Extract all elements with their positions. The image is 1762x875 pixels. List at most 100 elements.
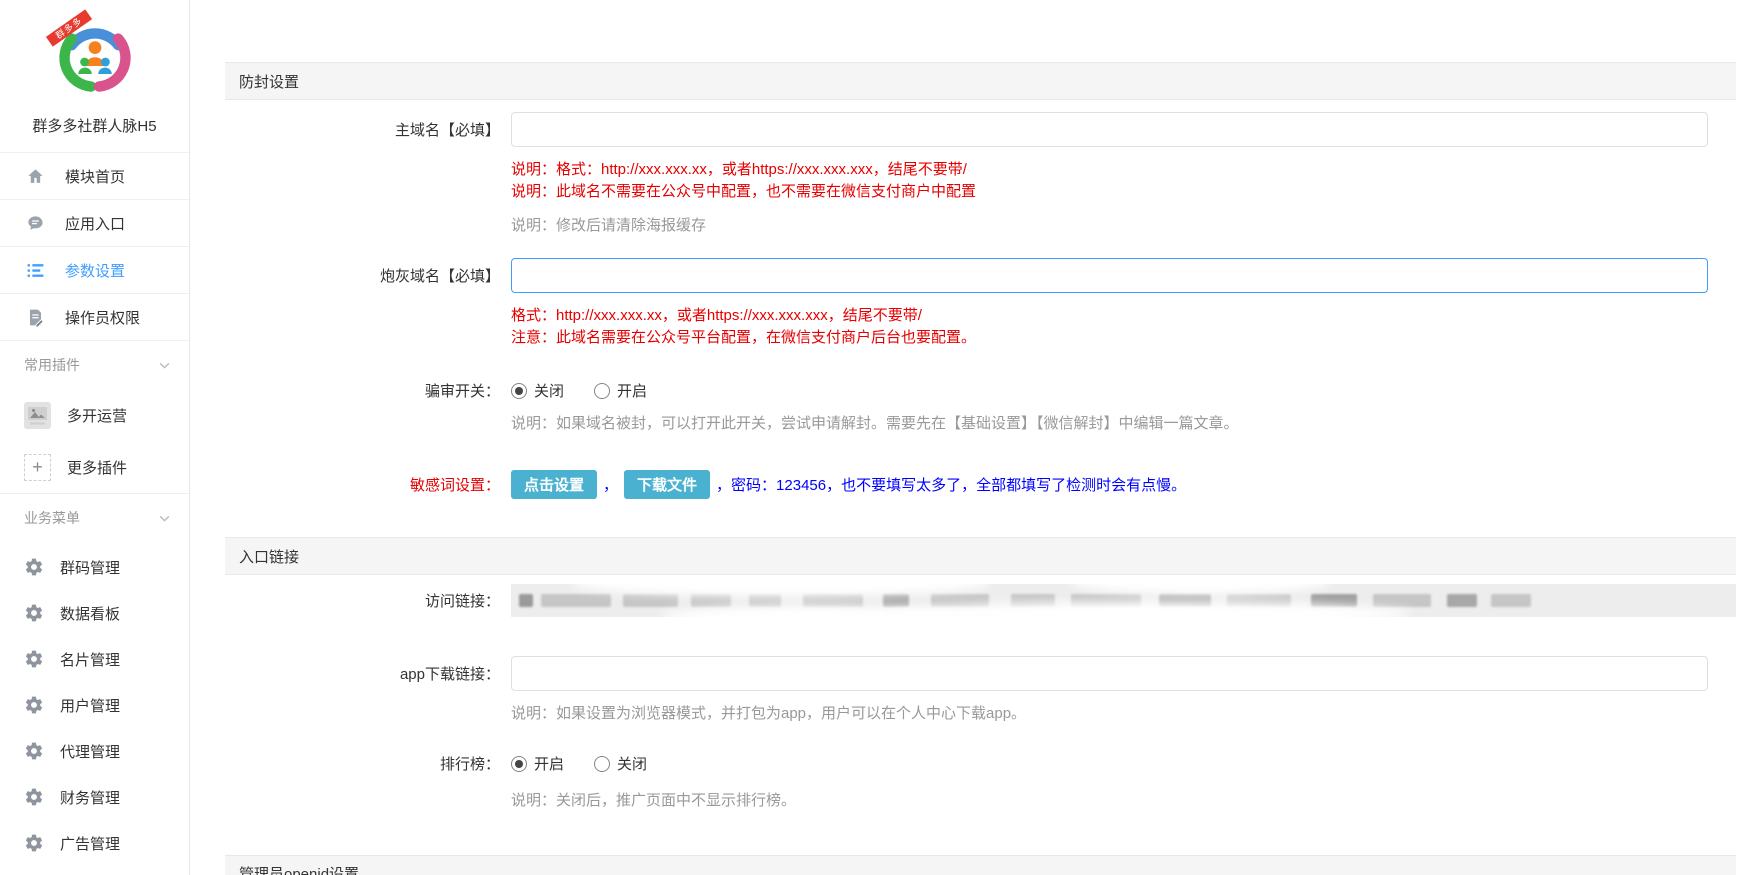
visit-link-label: 访问链接： <box>225 590 500 611</box>
main-content: 防封设置 主域名【必填】 说明：格式：http://xxx.xxx.xx，或者h… <box>225 62 1736 875</box>
fallback-domain-input[interactable] <box>511 258 1708 293</box>
review-switch-label: 骗审开关： <box>225 380 500 401</box>
sidebar-item-card-mgmt[interactable]: 名片管理 <box>0 636 189 682</box>
review-switch-option-on[interactable]: 开启 <box>594 380 647 401</box>
gear-icon <box>24 649 44 669</box>
sidebar-item-label: 多开运营 <box>67 405 127 426</box>
gear-icon <box>24 557 44 577</box>
main-domain-label: 主域名【必填】 <box>225 119 500 140</box>
sidebar-item-data-board[interactable]: 数据看板 <box>0 590 189 636</box>
ranking-note: 说明：关闭后，推广页面中不显示排行榜。 <box>511 790 796 812</box>
main-domain-red-notes: 说明：格式：http://xxx.xxx.xx，或者https://xxx.xx… <box>511 159 976 203</box>
section-header-admin-openid: 管理员openid设置 <box>225 855 1736 875</box>
fallback-domain-red-notes: 格式：http://xxx.xxx.xx，或者https://xxx.xxx.x… <box>511 305 976 349</box>
sidebar-item-label: 参数设置 <box>65 260 125 281</box>
gear-icon <box>24 603 44 623</box>
sidebar-item-label: 群码管理 <box>60 557 120 578</box>
params-icon <box>26 261 45 280</box>
review-switch-option-off[interactable]: 关闭 <box>511 380 564 401</box>
fallback-domain-row: 炮灰域名【必填】 <box>225 258 1736 293</box>
sidebar-item-agent-mgmt[interactable]: 代理管理 <box>0 728 189 774</box>
ranking-option-on[interactable]: 开启 <box>511 753 564 774</box>
visit-link-value-redacted[interactable] <box>511 584 1736 617</box>
main-domain-input[interactable] <box>511 112 1708 147</box>
sidebar-item-label: 模块首页 <box>65 166 125 187</box>
sidebar-item-params-settings[interactable]: 参数设置 <box>0 247 189 294</box>
chat-icon <box>26 214 45 233</box>
sensitive-words-row: 敏感词设置： 点击设置 ， 下载文件 ，密码：123456，也不要填写太多了，全… <box>225 470 1736 499</box>
group-label: 业务菜单 <box>24 508 80 528</box>
visit-link-row: 访问链接： <box>225 584 1736 617</box>
sidebar-item-label: 财务管理 <box>60 787 120 808</box>
app-download-label: app下载链接： <box>225 663 500 684</box>
sidebar-item-label: 应用入口 <box>65 213 125 234</box>
group-label: 常用插件 <box>24 355 80 375</box>
section-header-anti-block: 防封设置 <box>225 62 1736 100</box>
radio-label: 关闭 <box>534 380 564 401</box>
section-title: 管理员openid设置 <box>239 863 359 875</box>
gear-icon <box>24 741 44 761</box>
chevron-down-icon <box>158 512 171 525</box>
sidebar-item-label: 代理管理 <box>60 741 120 762</box>
sidebar-item-user-mgmt[interactable]: 用户管理 <box>0 682 189 728</box>
sensitive-words-hint: ，密码：123456，也不要填写太多了，全部都填写了检测时会有点慢。 <box>716 474 1186 495</box>
radio-label: 关闭 <box>617 753 647 774</box>
radio-checked-icon[interactable] <box>511 383 527 399</box>
sensitive-words-controls: 点击设置 ， 下载文件 ，密码：123456，也不要填写太多了，全部都填写了检测… <box>511 470 1186 499</box>
sidebar-group-business-menu[interactable]: 业务菜单 <box>0 493 189 542</box>
image-icon <box>24 402 51 429</box>
radio-unchecked-icon[interactable] <box>594 383 610 399</box>
sidebar-item-label: 操作员权限 <box>65 307 140 328</box>
set-sensitive-words-button[interactable]: 点击设置 <box>511 470 597 499</box>
sidebar-menu: 模块首页 应用入口 参数设置 <box>0 152 189 340</box>
download-file-button[interactable]: 下载文件 <box>624 470 710 499</box>
main-domain-gray-note: 说明：修改后请清除海报缓存 <box>511 215 706 237</box>
app-download-note: 说明：如果设置为浏览器模式，并打包为app，用户可以在个人中心下载app。 <box>511 703 1026 725</box>
sidebar-item-ad-mgmt[interactable]: 广告管理 <box>0 820 189 866</box>
review-switch-note: 说明：如果域名被封，可以打开此开关，尝试申请解封。需要先在【基础设置】【微信解封… <box>511 413 1239 435</box>
gear-icon <box>24 695 44 715</box>
section-header-entry-links: 入口链接 <box>225 537 1736 575</box>
gear-icon <box>24 787 44 807</box>
app-download-row: app下载链接： <box>225 656 1736 691</box>
chevron-down-icon <box>158 359 171 372</box>
ranking-option-off[interactable]: 关闭 <box>594 753 647 774</box>
app-logo: 群多多 <box>55 18 135 103</box>
sidebar-item-label: 数据看板 <box>60 603 120 624</box>
sidebar-item-multi-operation[interactable]: 多开运营 <box>0 389 189 441</box>
main-domain-row: 主域名【必填】 <box>225 112 1736 147</box>
radio-label: 开启 <box>617 380 647 401</box>
app-download-input[interactable] <box>511 656 1708 691</box>
plus-icon: + <box>24 454 51 481</box>
sidebar: 群多多 群多多社群人脉H5 模块首页 应用入口 <box>0 0 190 875</box>
radio-label: 开启 <box>534 753 564 774</box>
page: 群多多 群多多社群人脉H5 模块首页 应用入口 <box>0 0 1762 875</box>
app-title: 群多多社群人脉H5 <box>0 115 189 136</box>
sidebar-item-module-home[interactable]: 模块首页 <box>0 153 189 200</box>
home-icon <box>26 167 45 186</box>
sidebar-item-operator-permissions[interactable]: 操作员权限 <box>0 294 189 340</box>
operator-icon <box>26 308 45 327</box>
fallback-domain-label: 炮灰域名【必填】 <box>225 265 500 286</box>
section-title: 防封设置 <box>239 71 299 92</box>
separator-text: ， <box>603 474 618 495</box>
radio-unchecked-icon[interactable] <box>594 756 610 772</box>
note-line: 说明：此域名不需要在公众号中配置，也不需要在微信支付商户中配置 <box>511 181 976 203</box>
note-line: 说明：格式：http://xxx.xxx.xx，或者https://xxx.xx… <box>511 159 976 181</box>
sidebar-item-label: 更多插件 <box>67 457 127 478</box>
sidebar-item-label: 用户管理 <box>60 695 120 716</box>
sensitive-words-label: 敏感词设置： <box>225 474 500 495</box>
sidebar-item-label: 广告管理 <box>60 833 120 854</box>
radio-checked-icon[interactable] <box>511 756 527 772</box>
note-line: 注意：此域名需要在公众号平台配置，在微信支付商户后台也要配置。 <box>511 327 976 349</box>
note-line: 格式：http://xxx.xxx.xx，或者https://xxx.xxx.x… <box>511 305 976 327</box>
section-title: 入口链接 <box>239 546 299 567</box>
sidebar-item-group-code-mgmt[interactable]: 群码管理 <box>0 544 189 590</box>
sidebar-item-label: 名片管理 <box>60 649 120 670</box>
ranking-row: 排行榜： 开启 关闭 <box>225 753 1736 774</box>
business-menu-list: 群码管理 数据看板 名片管理 用户管理 代理管理 财务管理 <box>0 542 189 866</box>
sidebar-item-more-plugins[interactable]: + 更多插件 <box>0 441 189 493</box>
sidebar-group-common-plugins[interactable]: 常用插件 <box>0 340 189 389</box>
sidebar-item-app-entry[interactable]: 应用入口 <box>0 200 189 247</box>
sidebar-item-finance-mgmt[interactable]: 财务管理 <box>0 774 189 820</box>
